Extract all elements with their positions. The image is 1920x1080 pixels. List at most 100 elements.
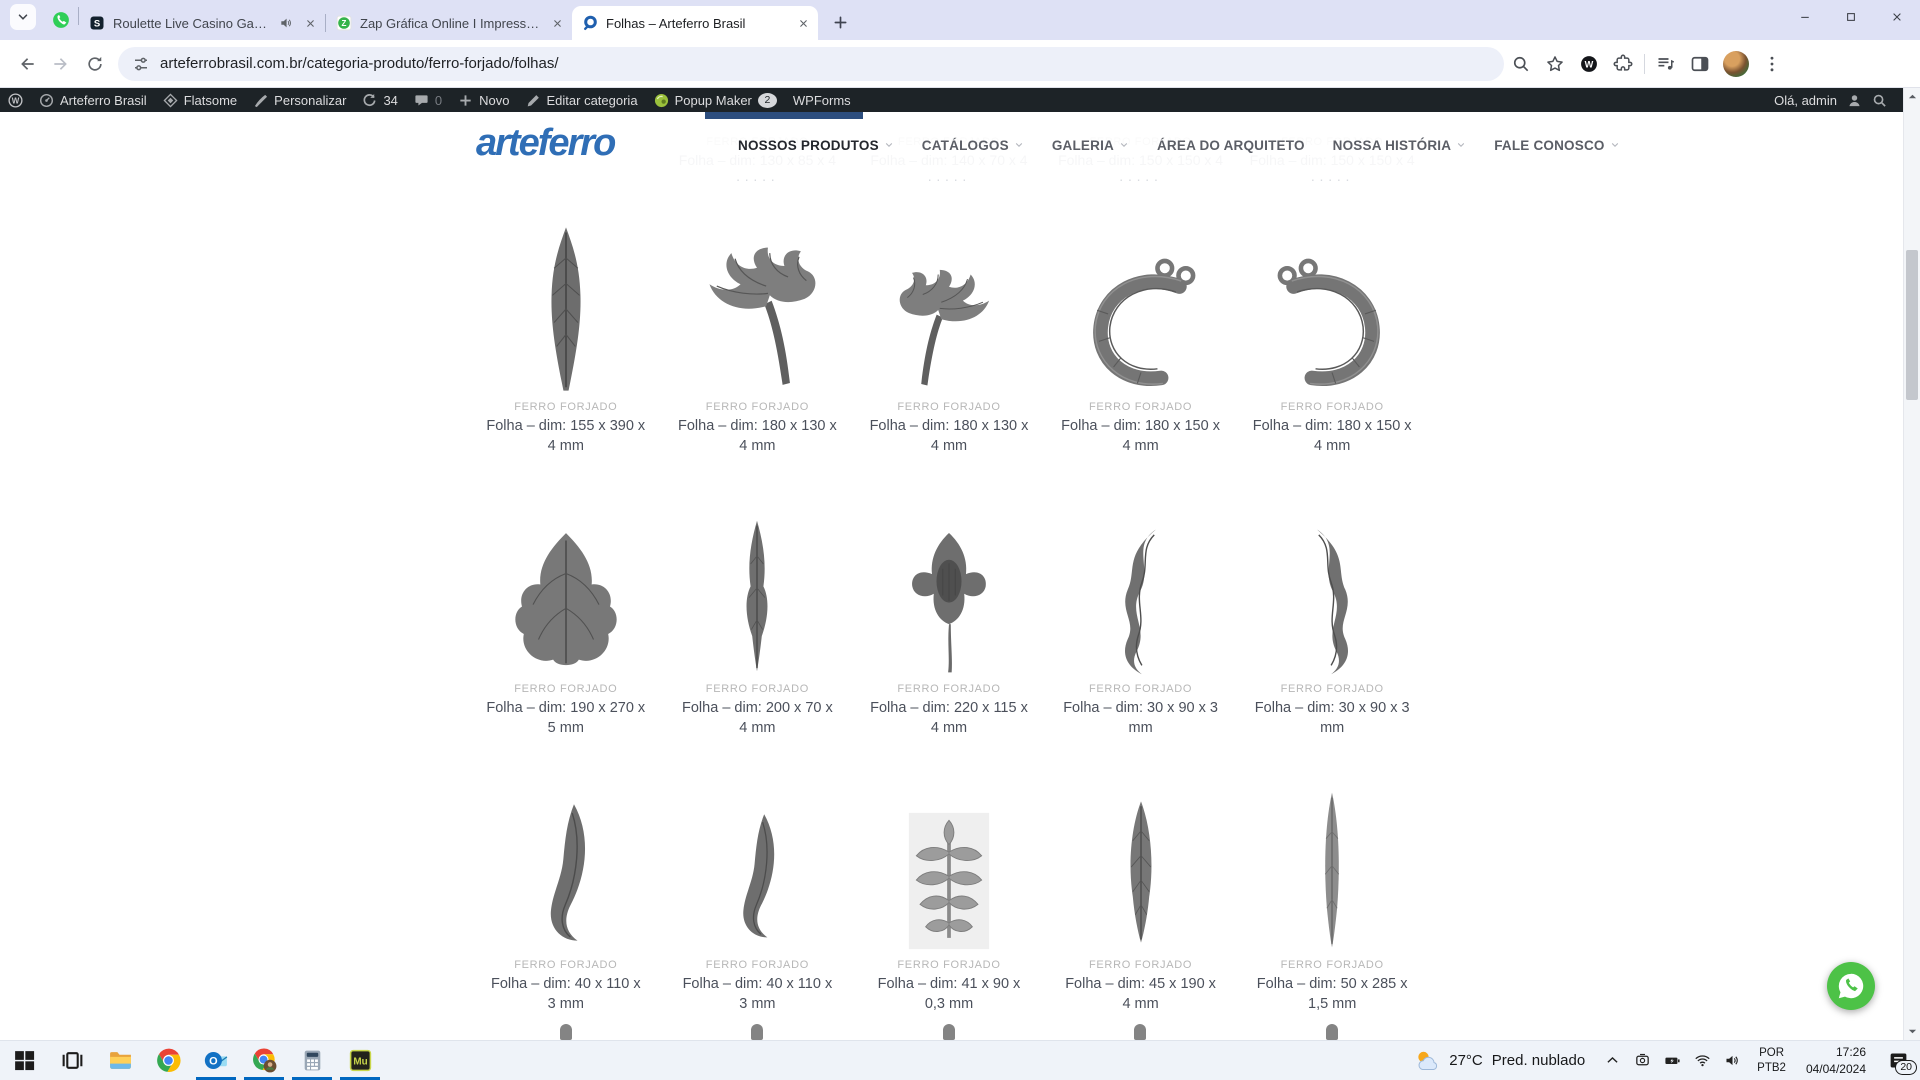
product-title[interactable]: Folha – dim: 200 x 70 x 4 mm	[677, 698, 837, 739]
product-card[interactable]: FERRO FORJADO Folha – dim: 200 x 70 x 4 …	[662, 504, 854, 739]
adminbar-item[interactable]: Novo	[450, 88, 517, 112]
main-nav-item[interactable]: ÁREA DO ARQUITETO	[1143, 138, 1319, 153]
site-info-icon[interactable]	[132, 55, 150, 73]
product-title[interactable]: Folha – dim: 40 x 110 x 3 mm	[486, 974, 646, 1015]
taskbar-outlook-button[interactable]	[192, 1041, 240, 1080]
scrollbar-down-arrow[interactable]	[1904, 1023, 1920, 1040]
main-nav-item[interactable]: FALE CONOSCO	[1480, 138, 1633, 153]
wappalyzer-extension-icon[interactable]	[1572, 47, 1606, 81]
taskbar-weather[interactable]: 27°C Pred. nublado	[1402, 1041, 1597, 1080]
adminbar-item[interactable]: Arteferro Brasil	[31, 88, 155, 112]
product-card[interactable]: FERRO FORJADO Folha – dim: 220 x 115 x 4…	[853, 504, 1045, 739]
product-image[interactable]	[1236, 504, 1428, 676]
search-icon[interactable]	[1504, 47, 1538, 81]
address-bar[interactable]: arteferrobrasil.com.br/categoria-produto…	[118, 47, 1504, 81]
tray-chevup-icon[interactable]	[1597, 1041, 1627, 1080]
product-image[interactable]	[853, 504, 1045, 676]
forward-button[interactable]	[44, 47, 78, 81]
product-title[interactable]: Folha – dim: 190 x 270 x 5 mm	[486, 698, 646, 739]
tray-wifi-icon[interactable]	[1687, 1041, 1717, 1080]
scrollbar-thumb[interactable]	[1906, 250, 1918, 400]
taskbar-muse-button[interactable]	[336, 1041, 384, 1080]
product-image[interactable]	[470, 504, 662, 676]
product-image[interactable]	[1236, 208, 1428, 394]
browser-tab[interactable]: Roulette Live Casino Game	[79, 6, 325, 40]
notification-center-button[interactable]: 20	[1876, 1041, 1920, 1080]
browser-menu-icon[interactable]	[1755, 47, 1789, 81]
product-image[interactable]	[470, 208, 662, 394]
taskbar-taskview-button[interactable]	[48, 1041, 96, 1080]
adminbar-item[interactable]: 0	[406, 88, 450, 112]
product-card[interactable]: FERRO FORJADO Folha – dim: 41 x 90 x 0,3…	[853, 772, 1045, 1015]
main-nav-item[interactable]: NOSSOS PRODUTOS	[724, 138, 908, 153]
taskbar-start-button[interactable]	[0, 1041, 48, 1080]
reload-button[interactable]	[78, 47, 112, 81]
url-text[interactable]: arteferrobrasil.com.br/categoria-produto…	[160, 55, 559, 72]
product-card[interactable]: FERRO FORJADO Folha – dim: 30 x 90 x 3 m…	[1236, 504, 1428, 739]
browser-tab[interactable]: Zap Gráfica Online I Impressão	[326, 6, 572, 40]
side-panel-icon[interactable]	[1683, 47, 1717, 81]
bookmark-star-icon[interactable]	[1538, 47, 1572, 81]
taskbar-chromeprofile-button[interactable]	[240, 1041, 288, 1080]
tray-cast-icon[interactable]	[1627, 1041, 1657, 1080]
product-title[interactable]: Folha – dim: 220 x 115 x 4 mm	[869, 698, 1029, 739]
whatsapp-float-button[interactable]	[1827, 962, 1875, 1010]
adminbar-item[interactable]: Flatsome	[155, 88, 245, 112]
product-image[interactable]	[853, 772, 1045, 952]
tab-close-icon[interactable]	[301, 14, 319, 32]
adminbar-item[interactable]: Personalizar	[245, 88, 354, 112]
product-card[interactable]: FERRO FORJADO Folha – dim: 30 x 90 x 3 m…	[1045, 504, 1237, 739]
language-indicator[interactable]: POR PTB2	[1747, 1046, 1796, 1076]
product-title[interactable]: Folha – dim: 30 x 90 x 3 mm	[1252, 698, 1412, 739]
tray-volume-icon[interactable]	[1717, 1041, 1747, 1080]
tab-close-icon[interactable]	[548, 14, 566, 32]
product-title[interactable]: Folha – dim: 180 x 150 x 4 mm	[1252, 416, 1412, 457]
profile-avatar[interactable]	[1723, 51, 1749, 77]
back-button[interactable]	[10, 47, 44, 81]
main-nav-item[interactable]: GALERIA	[1038, 138, 1143, 153]
adminbar-item[interactable]: WPForms	[785, 88, 859, 112]
product-card[interactable]: FERRO FORJADO Folha – dim: 40 x 110 x 3 …	[470, 772, 662, 1015]
product-image[interactable]	[1045, 208, 1237, 394]
tab-strip-chevron-icon[interactable]	[10, 4, 36, 30]
product-card[interactable]: FERRO FORJADO Folha – dim: 180 x 150 x 4…	[1045, 208, 1237, 457]
site-logo[interactable]: arteferro	[476, 122, 614, 165]
product-card[interactable]: FERRO FORJADO Folha – dim: 180 x 130 x 4…	[662, 208, 854, 457]
product-title[interactable]: Folha – dim: 155 x 390 x 4 mm	[486, 416, 646, 457]
product-title[interactable]: Folha – dim: 180 x 150 x 4 mm	[1061, 416, 1221, 457]
product-image[interactable]	[1236, 772, 1428, 952]
product-card[interactable]: FERRO FORJADO Folha – dim: 190 x 270 x 5…	[470, 504, 662, 739]
product-image[interactable]	[853, 208, 1045, 394]
product-image[interactable]	[470, 772, 662, 952]
product-image[interactable]	[1045, 504, 1237, 676]
product-title[interactable]: Folha – dim: 41 x 90 x 0,3 mm	[869, 974, 1029, 1015]
user-icon[interactable]	[1847, 93, 1862, 108]
taskbar-explorer-button[interactable]	[96, 1041, 144, 1080]
product-card[interactable]: FERRO FORJADO Folha – dim: 40 x 110 x 3 …	[662, 772, 854, 1015]
browser-tab[interactable]: Folhas – Arteferro Brasil	[572, 6, 818, 40]
minimize-button[interactable]	[1782, 0, 1828, 34]
product-title[interactable]: Folha – dim: 45 x 190 x 4 mm	[1061, 974, 1221, 1015]
tab-close-icon[interactable]	[794, 14, 812, 32]
product-title[interactable]: Folha – dim: 180 x 130 x 4 mm	[677, 416, 837, 457]
adminbar-item[interactable]: Editar categoria	[518, 88, 646, 112]
product-card[interactable]: FERRO FORJADO Folha – dim: 155 x 390 x 4…	[470, 208, 662, 457]
taskbar-clock[interactable]: 17:26 04/04/2024	[1796, 1044, 1876, 1076]
adminbar-search-icon[interactable]	[1872, 93, 1887, 108]
product-card[interactable]: FERRO FORJADO Folha – dim: 180 x 150 x 4…	[1236, 208, 1428, 457]
extensions-puzzle-icon[interactable]	[1606, 47, 1640, 81]
maximize-button[interactable]	[1828, 0, 1874, 34]
tab-audio-icon[interactable]	[279, 16, 293, 30]
adminbar-greeting[interactable]: Olá, admin	[1774, 93, 1837, 108]
tray-battery-icon[interactable]	[1657, 1041, 1687, 1080]
product-title[interactable]: Folha – dim: 30 x 90 x 3 mm	[1061, 698, 1221, 739]
main-nav-item[interactable]: NOSSA HISTÓRIA	[1319, 138, 1481, 153]
taskbar-chrome-button[interactable]	[144, 1041, 192, 1080]
pinned-whatsapp-tab[interactable]	[44, 3, 78, 37]
taskbar-calculator-button[interactable]	[288, 1041, 336, 1080]
product-image[interactable]	[662, 504, 854, 676]
scrollbar-up-arrow[interactable]	[1904, 88, 1920, 105]
adminbar-item[interactable]: 34	[354, 88, 405, 112]
media-controls-icon[interactable]	[1649, 47, 1683, 81]
product-title[interactable]: Folha – dim: 50 x 285 x 1,5 mm	[1252, 974, 1412, 1015]
